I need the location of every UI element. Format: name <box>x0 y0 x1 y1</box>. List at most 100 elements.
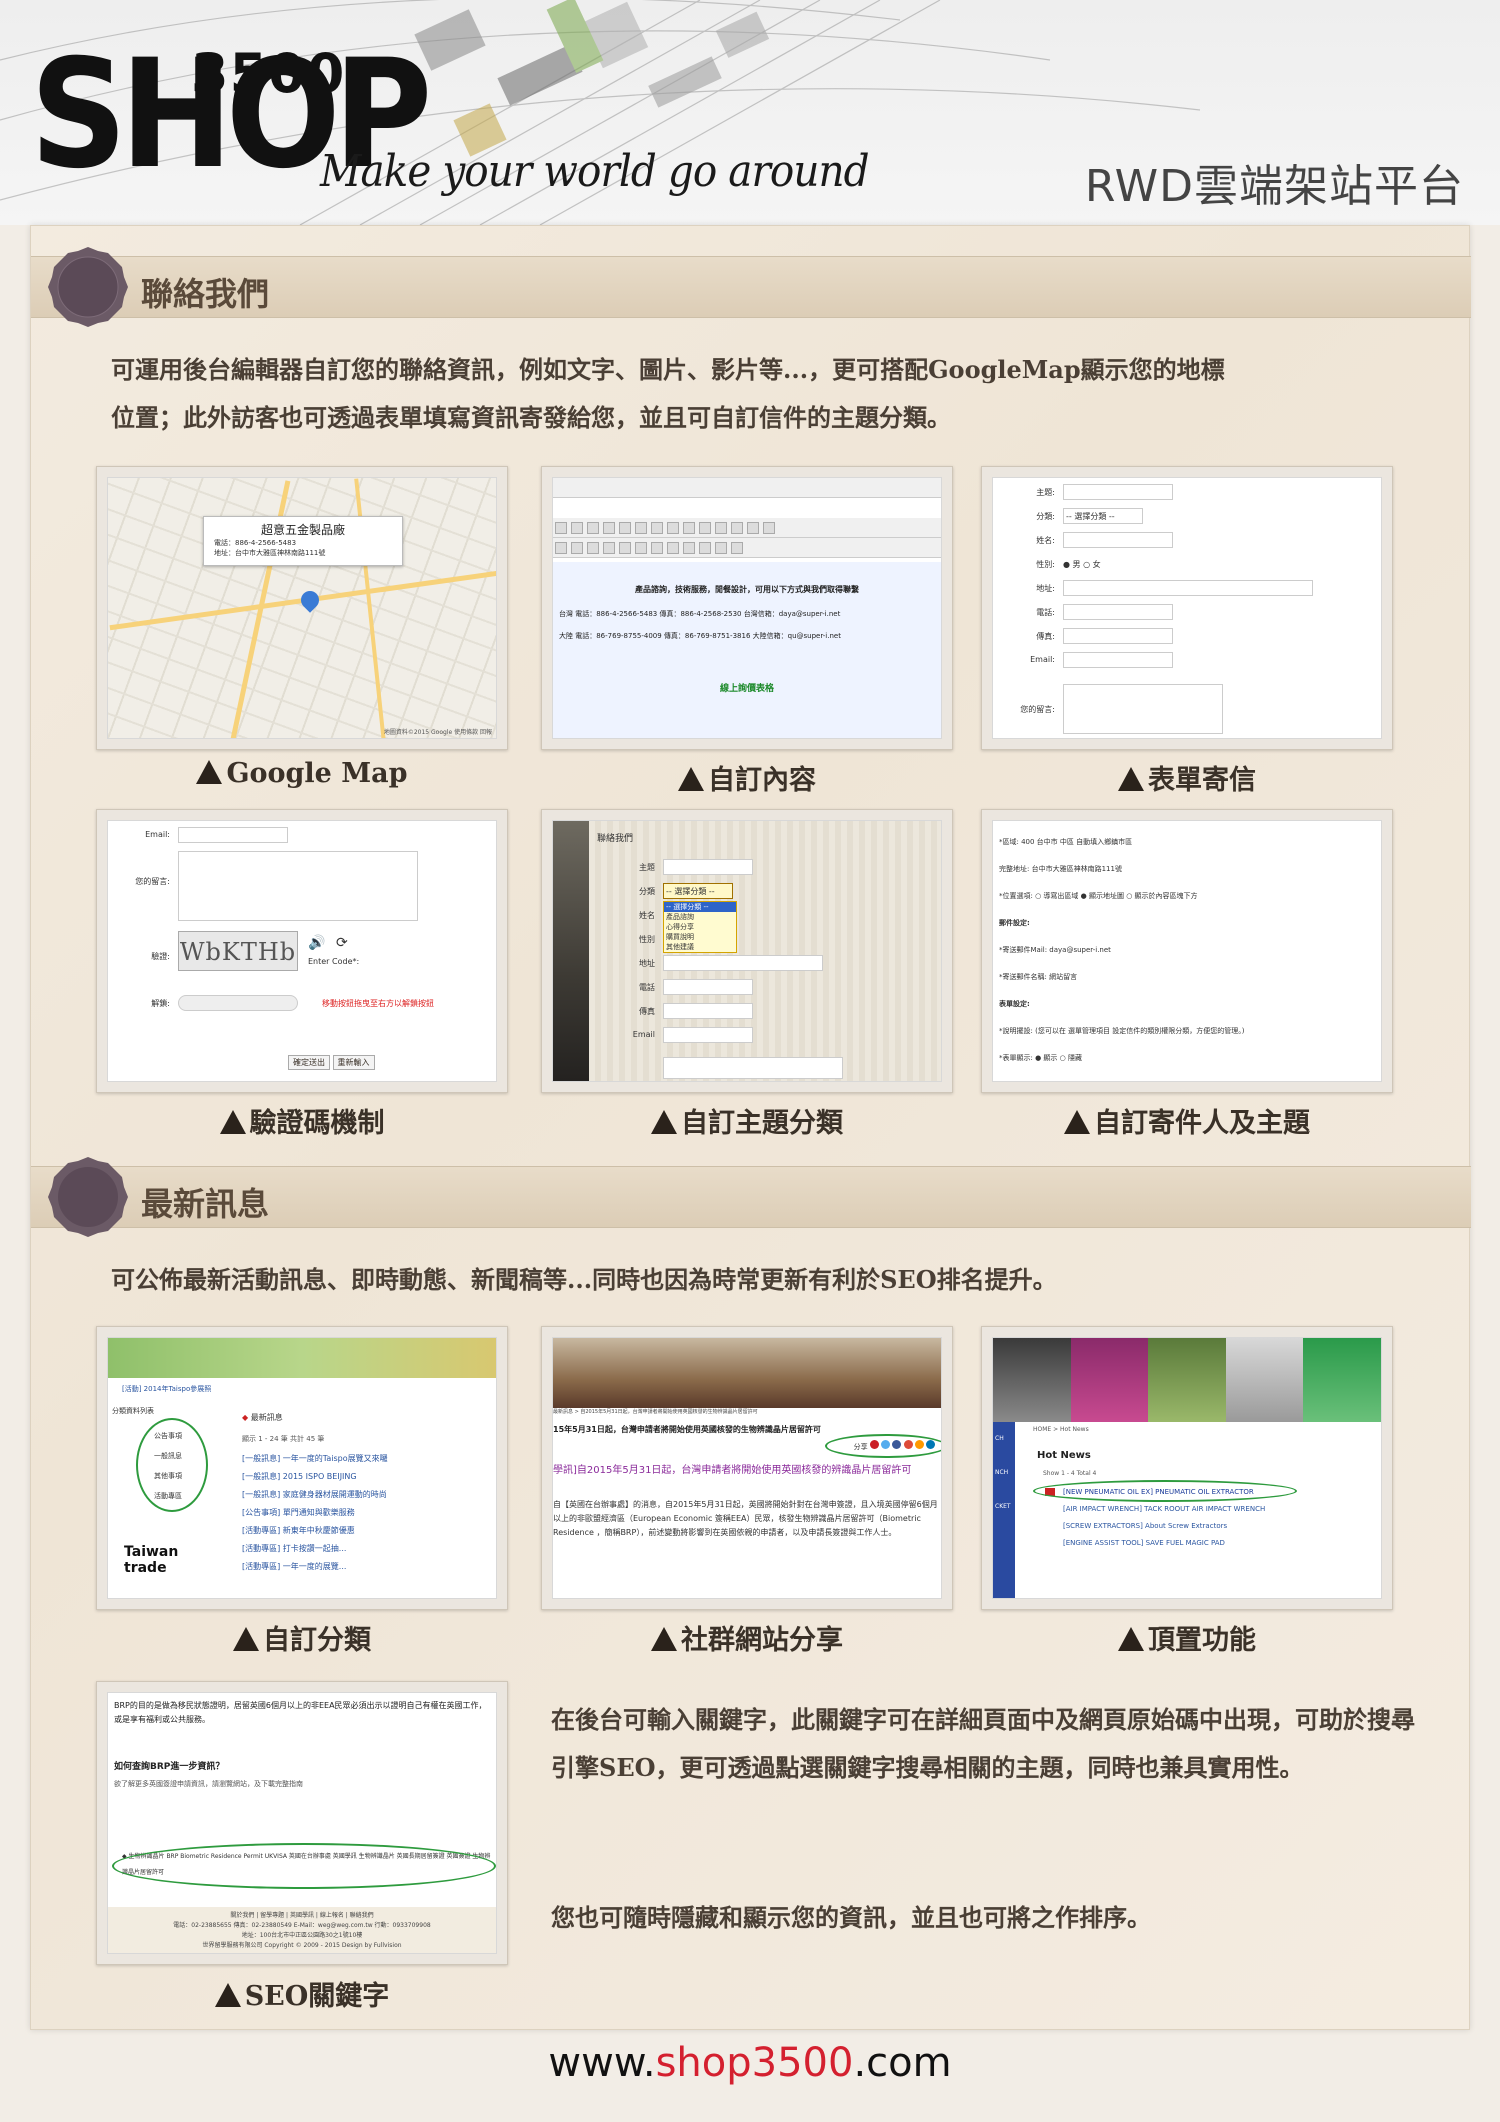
form-input <box>1063 484 1173 500</box>
hot-news-heading: Hot News <box>1037 1450 1091 1461</box>
scalloped-badge-icon <box>48 247 128 327</box>
list-item[interactable]: [活動專區] 新東年中秋慶節優惠 <box>242 1522 388 1540</box>
list-item[interactable]: [ENGINE ASSIST TOOL] SAVE FUEL MAGIC PAD <box>1063 1535 1265 1552</box>
form-row: 傳真: <box>993 628 1381 646</box>
form-input <box>1063 580 1313 596</box>
caption-text: SEO關鍵字 <box>244 1981 390 2012</box>
form-row: 主題 <box>593 859 933 877</box>
submit-button[interactable]: 確定送出 <box>288 1055 330 1070</box>
form-label: 電話 <box>639 983 655 992</box>
form-screenshot: 主題: 分類: -- 選擇分類 -- 姓名: 性別: ● 男 ○ 女 地址: 電話:… <box>992 477 1382 739</box>
caption-google-map: Google Map <box>96 758 508 789</box>
form-input <box>178 827 288 843</box>
caption-text: 社群網站分享 <box>681 1625 843 1656</box>
seo-description: 在後台可輸入關鍵字，此關鍵字可在詳細頁面中及網頁原始碼中出現，可助於搜尋引擎SE… <box>551 1705 1415 1782</box>
site-url[interactable]: www.shop3500.com <box>0 2040 1500 2086</box>
editor-toolbar <box>553 478 941 498</box>
list-item[interactable]: [一般訊息] 2015 ISPO BEIJING <box>242 1468 388 1486</box>
breadcrumb[interactable]: [活動] 2014年Taispo參展照 <box>122 1384 211 1394</box>
news-list: [一般訊息] 一年一度的Taispo展覽又來囉 [一般訊息] 2015 ISPO… <box>242 1450 388 1576</box>
product-photo <box>993 1338 1071 1422</box>
side-tab[interactable]: CH <box>995 1422 1015 1456</box>
sender-row: *區域: 400 台中市 中區 自動填入鄉鎮市區 <box>999 838 1133 846</box>
speaker-icon[interactable]: 🔊 <box>308 935 325 951</box>
list-item[interactable]: [AIR IMPACT WRENCH] TACK ROOUT AIR IMPAC… <box>1063 1501 1265 1518</box>
map-attribution: 地圖資料©2015 Google 使用條款 回報 <box>383 729 492 736</box>
thumb-custom-content: 產品諮詢，技術服務，閒餐設計，可用以下方式與我們取得聯繫 台灣 電話：886-4… <box>541 466 953 750</box>
form-textarea <box>663 1057 843 1079</box>
caption-text: 表單寄信 <box>1148 765 1256 796</box>
form-radio: ● 男 ○ 女 <box>1063 560 1101 569</box>
news-description: 可公佈最新活動訊息、即時動態、新聞稿等...同時也因為時常更新有利於SEO排名提… <box>111 1265 1057 1294</box>
scalloped-badge-icon <box>48 1157 128 1237</box>
form-row: 性別 <box>593 931 933 949</box>
footer-contact: 電話：02-23885655 傳真：02-23880549 E-Mail：weg… <box>173 1922 431 1929</box>
highlight-ring <box>1033 1480 1297 1502</box>
caption-text: 自訂主題分類 <box>681 1108 843 1139</box>
form-row: 地址: <box>993 580 1381 598</box>
form-row: 主題: <box>993 484 1381 502</box>
contact-description-line2: 位置；此外訪客也可透過表單填寫資訊寄發給您，並且可自訂信件的主題分類。 <box>111 403 951 432</box>
sender-row: *寄送郵件名稱: 網站留言 <box>999 973 1078 981</box>
news-article-title: 學訊]自2015年5月31日起，台灣申請者將開始使用英國核發的辨識晶片居留許可 <box>553 1465 912 1476</box>
thumb-form-mail: 主題: 分類: -- 選擇分類 -- 姓名: 性別: ● 男 ○ 女 地址: 電話:… <box>981 466 1393 750</box>
list-item[interactable]: [活動專區] 打卡按讚一起抽... <box>242 1540 388 1558</box>
list-item[interactable]: [活動專區] 一年一度的展覽... <box>242 1558 388 1576</box>
breadcrumb[interactable]: 最新訊息 > 自2015年5月31日起，台灣申請者將開始使用英國核發的生物辨識晶… <box>553 1408 941 1420</box>
breadcrumb[interactable]: HOME > Hot News <box>1033 1426 1089 1433</box>
caption-text: 自訂寄件人及主題 <box>1094 1108 1310 1139</box>
sender-screenshot: *區域: 400 台中市 中區 自動填入鄉鎮市區 完整地址: 台中市大雅區神林南… <box>992 820 1382 1082</box>
category-select[interactable]: -- 選擇分類 -- <box>663 883 733 899</box>
form-row: 地址 <box>593 955 933 973</box>
highlight-ring <box>136 1418 208 1512</box>
reset-button[interactable]: 重新輸入 <box>332 1055 375 1070</box>
sender-settings-list: *區域: 400 台中市 中區 自動填入鄉鎮市區 完整地址: 台中市大雅區神林南… <box>999 829 1245 1072</box>
unlock-slider[interactable] <box>178 995 298 1011</box>
list-item[interactable]: [SCREW EXTRACTORS] About Screw Extractor… <box>1063 1518 1265 1535</box>
page-label: 聯絡我們 <box>597 834 634 844</box>
form-label: 傳真 <box>639 1007 655 1016</box>
list-item[interactable]: [一般訊息] 家庭健身器材展開運動的時尚 <box>242 1486 388 1504</box>
form-label: 主題: <box>1036 488 1055 497</box>
form-label: 性別 <box>639 935 655 944</box>
form-row: 驗證: WbKTHb 🔊 ⟳ Enter Code*: <box>108 931 496 971</box>
caption-custom-category: 自訂主題分類 <box>541 1101 953 1140</box>
editor-quote-link: 線上詢價表格 <box>719 684 774 694</box>
tagline: Make your world go around <box>320 146 870 197</box>
list-item[interactable]: [一般訊息] 一年一度的Taispo展覽又來囉 <box>242 1450 388 1468</box>
thumb-custom-category: 聯絡我們 主題 分類 -- 選擇分類 -- -- 選擇分類 -- 產品諮詢 心得分… <box>541 809 953 1093</box>
captcha-image: WbKTHb <box>178 931 298 971</box>
caption-captcha: 驗證碼機制 <box>96 1101 508 1140</box>
sender-row: 表單設定: <box>999 1000 1030 1008</box>
form-label: 您的留言: <box>135 877 170 886</box>
form-select: -- 選擇分類 -- <box>1063 508 1143 524</box>
news-category-screenshot: [活動] 2014年Taispo參展照 分類資料列表 公告事項 一般訊息 其他事… <box>107 1337 497 1599</box>
footer-links[interactable]: 關於我們 | 留學專題 | 英國學訊 | 線上報名 | 聯絡我們 <box>108 1911 496 1921</box>
section-title-contact: 聯絡我們 <box>141 275 270 313</box>
side-tabs: CH NCH CKET <box>993 1422 1015 1598</box>
triangle-icon <box>678 767 704 791</box>
refresh-icon[interactable]: ⟳ <box>336 935 348 951</box>
list-item[interactable]: [公告事項] 單門通知與歡樂服務 <box>242 1504 388 1522</box>
form-label: 電話: <box>1036 608 1055 617</box>
triangle-icon <box>651 1627 677 1651</box>
form-input <box>663 1003 753 1019</box>
side-tab[interactable]: CKET <box>995 1490 1015 1524</box>
sender-row: *說明擺設: (您可以在 選單管理項目 設定信件的類別權限分類，方便您的管理。) <box>999 1027 1245 1035</box>
sender-row: *表單顯示: ● 顯示 ○ 隱藏 <box>999 1054 1082 1062</box>
form-row: 分類 -- 選擇分類 -- <box>593 883 933 901</box>
triangle-icon <box>214 1983 241 2007</box>
bullet-icon: ◆ <box>242 1413 251 1422</box>
form-input <box>1063 628 1173 644</box>
news-list-title: 最新訊息 <box>250 1413 283 1422</box>
dark-sidebar <box>553 821 589 1081</box>
triangle-icon <box>651 1110 677 1134</box>
footer-copyright: 世界留學服務有限公司 Copyright © 2009 - 2015 Desig… <box>202 1942 402 1949</box>
product-photo-strip <box>993 1338 1381 1422</box>
form-label: 您的留言: <box>1020 705 1055 714</box>
side-tab[interactable]: NCH <box>995 1456 1015 1490</box>
taiwan-trade-banner[interactable]: Taiwan trade <box>124 1544 214 1584</box>
highlight-ring <box>825 1434 941 1458</box>
form-label: Email: <box>1030 655 1055 664</box>
form-label: Email <box>632 1030 655 1039</box>
